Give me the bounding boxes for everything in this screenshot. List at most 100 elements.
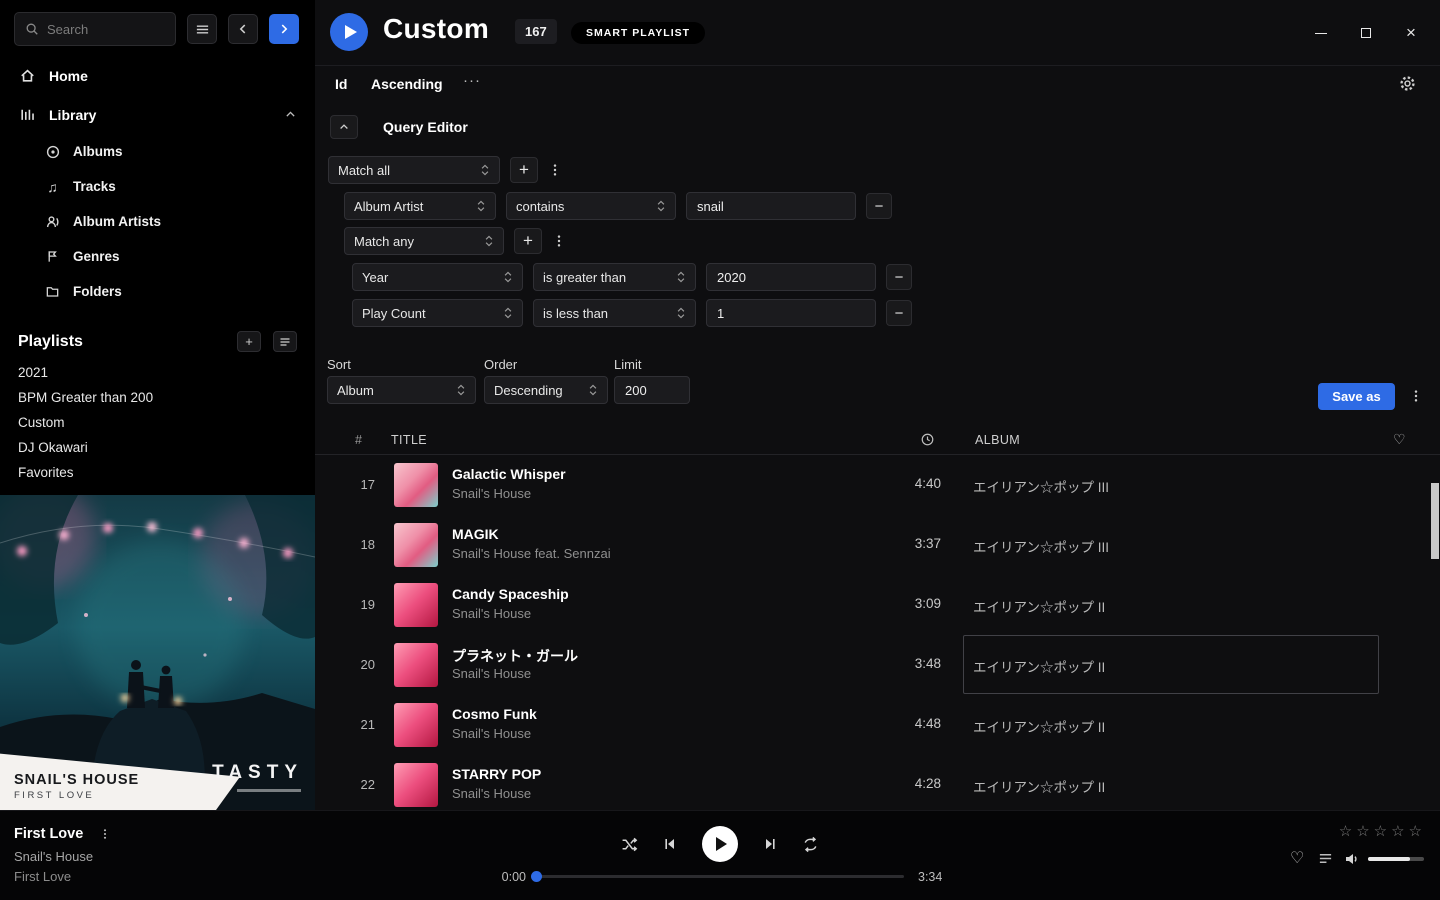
track-row[interactable]: 21 Cosmo Funk Snail's House 4:48 エイリアン☆ポ… xyxy=(315,695,1440,755)
star-icon[interactable]: ☆ xyxy=(1409,823,1426,840)
remove-rule-button[interactable]: − xyxy=(886,264,912,290)
track-album[interactable]: エイリアン☆ポップ II xyxy=(973,716,1105,736)
rating-stars[interactable]: ☆☆☆☆☆ xyxy=(1339,822,1426,840)
track-album[interactable]: エイリアン☆ポップ II xyxy=(973,656,1105,676)
shuffle-button[interactable] xyxy=(621,836,638,853)
sidebar-item-folders[interactable]: Folders xyxy=(0,274,315,309)
add-playlist-button[interactable]: + xyxy=(237,331,261,352)
sidebar-item-album-artists[interactable]: Album Artists xyxy=(0,204,315,239)
maximize-button[interactable] xyxy=(1359,26,1373,40)
search-input[interactable] xyxy=(47,22,165,37)
sidebar-item-home[interactable]: Home xyxy=(0,56,315,95)
group-menu-button[interactable] xyxy=(552,233,566,249)
rule-field-select[interactable]: Year xyxy=(352,263,523,291)
track-album[interactable]: エイリアン☆ポップ III xyxy=(973,536,1109,556)
star-icon[interactable]: ☆ xyxy=(1339,823,1356,840)
playlist-options-button[interactable] xyxy=(273,331,297,352)
rule-operator-select[interactable]: is greater than xyxy=(533,263,696,291)
column-album[interactable]: ALBUM xyxy=(975,433,1020,447)
track-artist[interactable]: Snail's House xyxy=(452,606,531,621)
repeat-button[interactable] xyxy=(802,836,819,853)
sort-by-select[interactable]: Album xyxy=(327,376,476,404)
save-menu-button[interactable] xyxy=(1409,388,1423,404)
rule-value-input[interactable] xyxy=(706,299,876,327)
playlist-item[interactable]: BPM Greater than 200 xyxy=(0,385,315,410)
rule-value-input[interactable] xyxy=(686,192,856,220)
play-playlist-button[interactable] xyxy=(330,13,368,51)
search-box[interactable] xyxy=(14,12,176,46)
now-playing-artist[interactable]: Snail's House xyxy=(14,849,111,864)
track-artist[interactable]: Snail's House xyxy=(452,666,531,681)
column-title[interactable]: TITLE xyxy=(391,433,427,447)
playlist-item[interactable]: DJ Okawari xyxy=(0,435,315,460)
nav-forward-button[interactable] xyxy=(269,14,299,44)
track-album[interactable]: エイリアン☆ポップ II xyxy=(973,776,1105,796)
next-track-button[interactable] xyxy=(762,836,778,852)
sidebar-item-albums[interactable]: Albums xyxy=(0,134,315,169)
now-playing-artwork[interactable]: SNAIL'S HOUSE FIRST LOVE TASTY xyxy=(0,495,315,810)
rule-operator-select[interactable]: is less than xyxy=(533,299,696,327)
sidebar-item-genres[interactable]: Genres xyxy=(0,239,315,274)
now-playing-title[interactable]: First Love xyxy=(14,826,83,842)
track-row[interactable]: 20 プラネット・ガール Snail's House 3:48 エイリアン☆ポッ… xyxy=(315,635,1440,695)
sidebar-item-library[interactable]: Library xyxy=(0,95,315,134)
track-album[interactable]: エイリアン☆ポップ II xyxy=(973,596,1105,616)
sidebar-item-tracks[interactable]: ♫ Tracks xyxy=(0,169,315,204)
rule-operator-select[interactable]: contains xyxy=(506,192,676,220)
track-artist[interactable]: Snail's House xyxy=(452,486,531,501)
track-artist[interactable]: Snail's House feat. Sennzai xyxy=(452,546,611,561)
smart-playlist-badge: SMART PLAYLIST xyxy=(571,22,705,44)
now-playing-album[interactable]: First Love xyxy=(14,869,111,884)
volume-button[interactable] xyxy=(1344,851,1360,867)
volume-slider[interactable] xyxy=(1368,857,1424,861)
minimize-button[interactable] xyxy=(1314,26,1328,40)
table-scrollbar-thumb[interactable] xyxy=(1431,483,1439,559)
now-playing-menu-button[interactable] xyxy=(99,827,111,841)
column-number[interactable]: # xyxy=(355,433,362,447)
order-select[interactable]: Descending xyxy=(484,376,608,404)
group-match-select[interactable]: Match any xyxy=(344,227,504,255)
playlist-item[interactable]: 2021 xyxy=(0,360,315,385)
limit-input[interactable] xyxy=(614,376,690,404)
playlist-item[interactable]: Custom xyxy=(0,410,315,435)
add-rule-button[interactable]: + xyxy=(510,157,538,183)
duration-column-clock-icon[interactable] xyxy=(920,432,935,447)
more-options-button[interactable]: ··· xyxy=(463,72,481,89)
star-icon[interactable]: ☆ xyxy=(1391,823,1408,840)
sort-field-button[interactable]: Id xyxy=(335,76,347,92)
previous-track-button[interactable] xyxy=(662,836,678,852)
collapse-query-editor-button[interactable] xyxy=(330,115,358,139)
remove-rule-button[interactable]: − xyxy=(866,193,892,219)
track-artist[interactable]: Snail's House xyxy=(452,786,531,801)
root-match-select[interactable]: Match all xyxy=(328,156,500,184)
rule-field-select[interactable]: Album Artist xyxy=(344,192,496,220)
sort-direction-button[interactable]: Ascending xyxy=(371,76,443,92)
favorite-button[interactable]: ♡ xyxy=(1290,848,1304,868)
group-menu-button[interactable] xyxy=(548,162,562,178)
star-icon[interactable]: ☆ xyxy=(1374,823,1391,840)
select-caret-icon xyxy=(503,306,513,320)
rule-value-input[interactable] xyxy=(706,263,876,291)
track-row[interactable]: 22 STARRY POP Snail's House 4:28 エイリアン☆ポ… xyxy=(315,755,1440,815)
add-rule-button[interactable]: + xyxy=(514,228,542,254)
star-icon[interactable]: ☆ xyxy=(1356,823,1373,840)
track-artist[interactable]: Snail's House xyxy=(452,726,531,741)
track-album[interactable]: エイリアン☆ポップ III xyxy=(973,476,1109,496)
chevron-up-icon[interactable] xyxy=(284,108,297,121)
rule-field-select[interactable]: Play Count xyxy=(352,299,523,327)
play-pause-button[interactable] xyxy=(702,826,738,862)
track-row[interactable]: 17 Galactic Whisper Snail's House 4:40 エ… xyxy=(315,455,1440,515)
remove-rule-button[interactable]: − xyxy=(886,300,912,326)
track-row[interactable]: 18 MAGIK Snail's House feat. Sennzai 3:3… xyxy=(315,515,1440,575)
save-as-button[interactable]: Save as xyxy=(1318,383,1395,410)
seek-handle[interactable] xyxy=(531,871,542,882)
queue-button[interactable] xyxy=(1318,851,1333,866)
settings-button[interactable] xyxy=(1399,75,1416,92)
favorite-column-heart-icon[interactable]: ♡ xyxy=(1393,431,1406,448)
menu-button[interactable] xyxy=(187,14,217,44)
playlist-item[interactable]: Favorites xyxy=(0,460,315,485)
close-button[interactable]: × xyxy=(1404,26,1418,40)
seek-bar[interactable] xyxy=(536,875,904,878)
nav-back-button[interactable] xyxy=(228,14,258,44)
track-row[interactable]: 19 Candy Spaceship Snail's House 3:09 エイ… xyxy=(315,575,1440,635)
